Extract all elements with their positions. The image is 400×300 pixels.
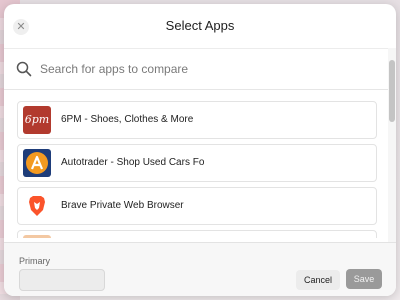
app-list: 6pm 6PM - Shoes, Clothes & More Autotrad… (4, 90, 388, 238)
scrollbar-thumb[interactable] (389, 60, 395, 122)
list-item[interactable]: 6pm 6PM - Shoes, Clothes & More (17, 101, 377, 139)
brave-lion-icon (23, 192, 51, 220)
primary-app-slot[interactable] (19, 269, 105, 291)
close-icon: ✕ (16, 21, 26, 33)
app-name: 6PM - Shoes, Clothes & More (61, 114, 194, 125)
app-name: Brave Private Web Browser (61, 200, 184, 211)
primary-label: Primary (19, 256, 50, 266)
list-item[interactable]: Brave Private Web Browser (17, 187, 377, 225)
close-button[interactable]: ✕ (13, 19, 29, 35)
search-bar (4, 48, 396, 90)
dialog-header: Select Apps ✕ (4, 4, 396, 48)
list-item[interactable] (17, 230, 377, 238)
cancel-button[interactable]: Cancel (296, 270, 340, 290)
app-logo-icon (23, 235, 51, 238)
select-apps-dialog: Select Apps ✕ 6pm 6PM - Shoes, Clothes &… (4, 4, 396, 296)
search-icon (16, 61, 32, 77)
list-item[interactable]: Autotrader - Shop Used Cars Fo (17, 144, 377, 182)
app-name: Autotrader - Shop Used Cars Fo (61, 157, 205, 168)
dialog-footer: Primary Cancel Save (4, 242, 396, 296)
autotrader-logo-icon (23, 149, 51, 177)
dialog-title: Select Apps (165, 18, 235, 33)
save-button[interactable]: Save (346, 269, 382, 289)
search-input[interactable] (40, 57, 370, 81)
6pm-logo-icon: 6pm (23, 106, 51, 134)
